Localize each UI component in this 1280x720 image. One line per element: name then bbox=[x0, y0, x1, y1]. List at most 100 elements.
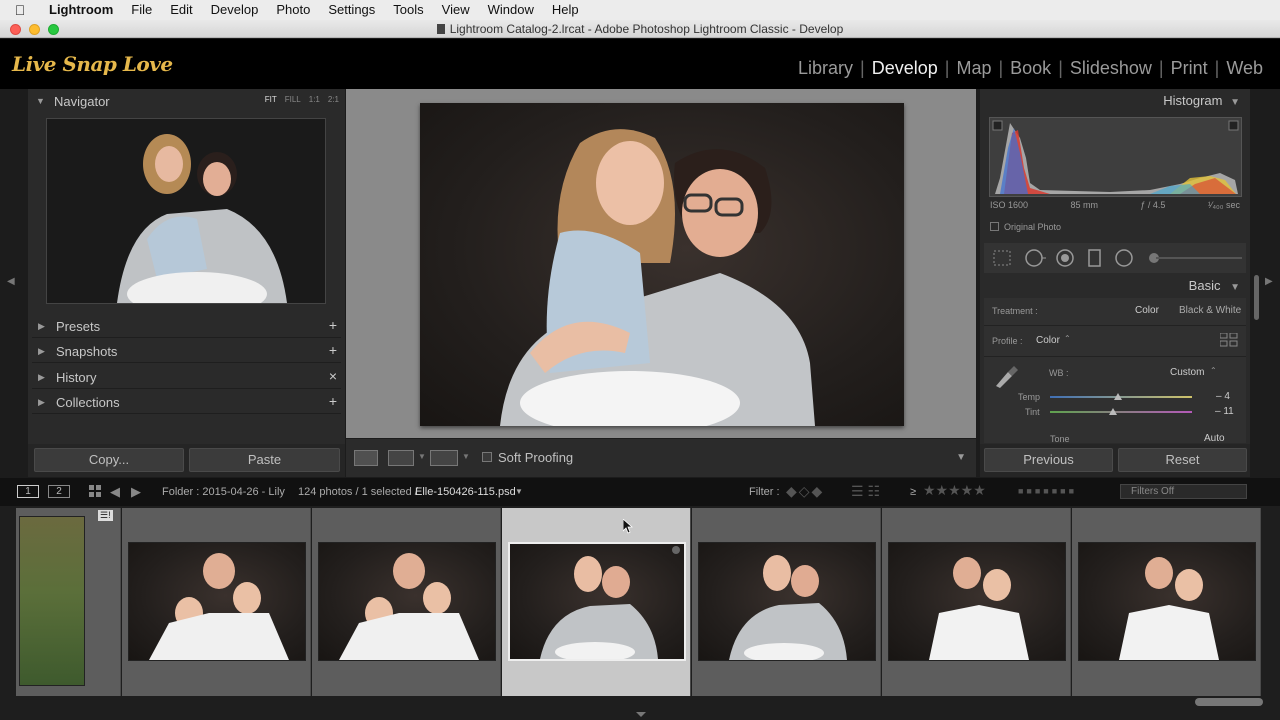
original-photo-toggle[interactable]: Original Photo bbox=[990, 222, 1061, 232]
wb-select[interactable]: Custom bbox=[1170, 367, 1204, 378]
folder-source[interactable]: Folder : 2015-04-26 - Lily bbox=[162, 486, 285, 498]
zoom-1-1[interactable]: 1:1 bbox=[309, 95, 320, 104]
window-1-button[interactable]: 1 bbox=[17, 485, 39, 498]
treatment-color[interactable]: Color bbox=[1135, 305, 1159, 316]
thumbnail[interactable] bbox=[508, 542, 686, 662]
reset-button[interactable]: Reset bbox=[1118, 448, 1247, 472]
menu-window[interactable]: Window bbox=[479, 0, 543, 20]
filmstrip-cell[interactable] bbox=[692, 508, 881, 696]
filename-dropdown-icon[interactable]: ▼ bbox=[515, 487, 523, 496]
module-library[interactable]: Library bbox=[791, 58, 860, 79]
menu-settings[interactable]: Settings bbox=[319, 0, 384, 20]
swap-settings-icon[interactable] bbox=[430, 450, 458, 466]
zoom-window-icon[interactable] bbox=[48, 24, 59, 35]
loupe-view-icon[interactable] bbox=[354, 450, 378, 466]
window-2-button[interactable]: 2 bbox=[48, 485, 70, 498]
menu-help[interactable]: Help bbox=[543, 0, 588, 20]
thumbnail[interactable] bbox=[128, 542, 306, 661]
color-label-filter-icons[interactable]: ■■■■■■■ bbox=[1018, 486, 1077, 496]
module-slideshow[interactable]: Slideshow bbox=[1063, 58, 1159, 79]
tint-slider-thumb[interactable] bbox=[1109, 408, 1117, 415]
thumbnail[interactable] bbox=[888, 542, 1066, 661]
eyedropper-icon[interactable] bbox=[992, 362, 1020, 388]
presets-section[interactable]: ▶ Presets + bbox=[32, 314, 341, 338]
original-photo-checkbox[interactable] bbox=[990, 222, 999, 231]
module-book[interactable]: Book bbox=[1003, 58, 1058, 79]
filmstrip-cell[interactable] bbox=[122, 508, 311, 696]
thumbnail[interactable] bbox=[19, 516, 85, 686]
filmstrip-cell[interactable] bbox=[1072, 508, 1261, 696]
tint-value[interactable]: – 11 bbox=[1215, 406, 1234, 417]
thumbnail[interactable] bbox=[1078, 542, 1256, 661]
add-snapshot-icon[interactable]: + bbox=[329, 342, 337, 358]
back-arrow-icon[interactable]: ◀ bbox=[110, 484, 120, 500]
apple-icon[interactable]:  bbox=[0, 2, 40, 18]
add-preset-icon[interactable]: + bbox=[329, 317, 337, 333]
temp-slider-thumb[interactable] bbox=[1114, 393, 1122, 400]
menu-edit[interactable]: Edit bbox=[161, 0, 201, 20]
toolbar-menu-icon[interactable]: ▼ bbox=[956, 452, 966, 463]
temp-value[interactable]: – 4 bbox=[1216, 391, 1230, 402]
left-panel-toggle-icon[interactable]: ◀ bbox=[7, 276, 15, 287]
thumbnail[interactable] bbox=[318, 542, 496, 661]
zoom-fill[interactable]: FILL bbox=[285, 95, 301, 104]
filmstrip-cell[interactable]: ☰! bbox=[16, 508, 121, 696]
right-panel-toggle-icon[interactable]: ▶ bbox=[1265, 276, 1273, 287]
module-web[interactable]: Web bbox=[1219, 58, 1270, 79]
before-after-dropdown-icon[interactable]: ▼ bbox=[418, 452, 426, 461]
rating-operator[interactable]: ≥ bbox=[910, 486, 916, 498]
rating-stars-icon[interactable]: ★★★★★ bbox=[923, 482, 986, 499]
right-panel-scrollbar[interactable] bbox=[1254, 275, 1259, 320]
menu-photo[interactable]: Photo bbox=[267, 0, 319, 20]
treatment-bw[interactable]: Black & White bbox=[1179, 305, 1241, 316]
close-window-icon[interactable] bbox=[10, 24, 21, 35]
minimize-window-icon[interactable] bbox=[29, 24, 40, 35]
tint-slider[interactable] bbox=[1050, 411, 1192, 413]
histogram[interactable] bbox=[989, 117, 1242, 197]
menu-file[interactable]: File bbox=[122, 0, 161, 20]
graduated-filter-icon[interactable] bbox=[1088, 249, 1101, 267]
paste-button[interactable]: Paste bbox=[189, 448, 340, 472]
collections-section[interactable]: ▶ Collections + bbox=[32, 390, 341, 414]
profile-browser-icon[interactable] bbox=[1220, 333, 1238, 347]
profile-select[interactable]: Color bbox=[1036, 335, 1060, 346]
spot-removal-icon[interactable] bbox=[1025, 249, 1046, 267]
menu-develop[interactable]: Develop bbox=[202, 0, 268, 20]
menu-tools[interactable]: Tools bbox=[384, 0, 432, 20]
module-map[interactable]: Map bbox=[949, 58, 998, 79]
filters-off-select[interactable]: Filters Off bbox=[1120, 484, 1247, 499]
module-print[interactable]: Print bbox=[1164, 58, 1215, 79]
zoom-fit[interactable]: FIT bbox=[265, 95, 277, 104]
forward-arrow-icon[interactable]: ▶ bbox=[131, 484, 141, 500]
menu-view[interactable]: View bbox=[433, 0, 479, 20]
crop-tool-icon[interactable] bbox=[993, 250, 1011, 266]
navigator-preview[interactable] bbox=[46, 118, 326, 316]
swap-dropdown-icon[interactable]: ▼ bbox=[462, 452, 470, 461]
zoom-2-1[interactable]: 2:1 bbox=[328, 95, 339, 104]
filmstrip-toggle-icon[interactable] bbox=[636, 712, 646, 717]
selected-filename[interactable]: Elle-150426-115.psd bbox=[415, 486, 516, 498]
adjustment-brush-icon[interactable] bbox=[1149, 253, 1242, 263]
add-collection-icon[interactable]: + bbox=[329, 393, 337, 409]
tone-auto-button[interactable]: Auto bbox=[1204, 433, 1225, 443]
before-after-icon[interactable] bbox=[388, 450, 414, 466]
radial-filter-icon[interactable] bbox=[1115, 249, 1133, 267]
menu-app[interactable]: Lightroom bbox=[40, 0, 122, 20]
filmstrip-cell-selected[interactable] bbox=[502, 508, 691, 696]
module-develop[interactable]: Develop bbox=[865, 58, 945, 79]
edit-filter-icons[interactable]: ☰☷ bbox=[851, 483, 884, 500]
filmstrip-scrollbar[interactable] bbox=[1195, 698, 1263, 706]
history-section[interactable]: ▶ History × bbox=[32, 365, 341, 389]
histogram-header[interactable]: Histogram ▼ bbox=[1163, 93, 1240, 108]
flag-filter-icons[interactable]: ◆◇◆ bbox=[786, 483, 824, 500]
main-photo[interactable] bbox=[420, 103, 904, 435]
thumbnail[interactable] bbox=[698, 542, 876, 663]
snapshots-section[interactable]: ▶ Snapshots + bbox=[32, 339, 341, 363]
basic-header[interactable]: Basic ▼ bbox=[1189, 278, 1240, 293]
previous-button[interactable]: Previous bbox=[984, 448, 1113, 472]
red-eye-icon[interactable] bbox=[1056, 249, 1074, 267]
filmstrip-cell[interactable] bbox=[312, 508, 501, 696]
copy-button[interactable]: Copy... bbox=[34, 448, 184, 472]
filmstrip-cell[interactable] bbox=[882, 508, 1071, 696]
soft-proofing-checkbox[interactable] bbox=[482, 452, 492, 462]
